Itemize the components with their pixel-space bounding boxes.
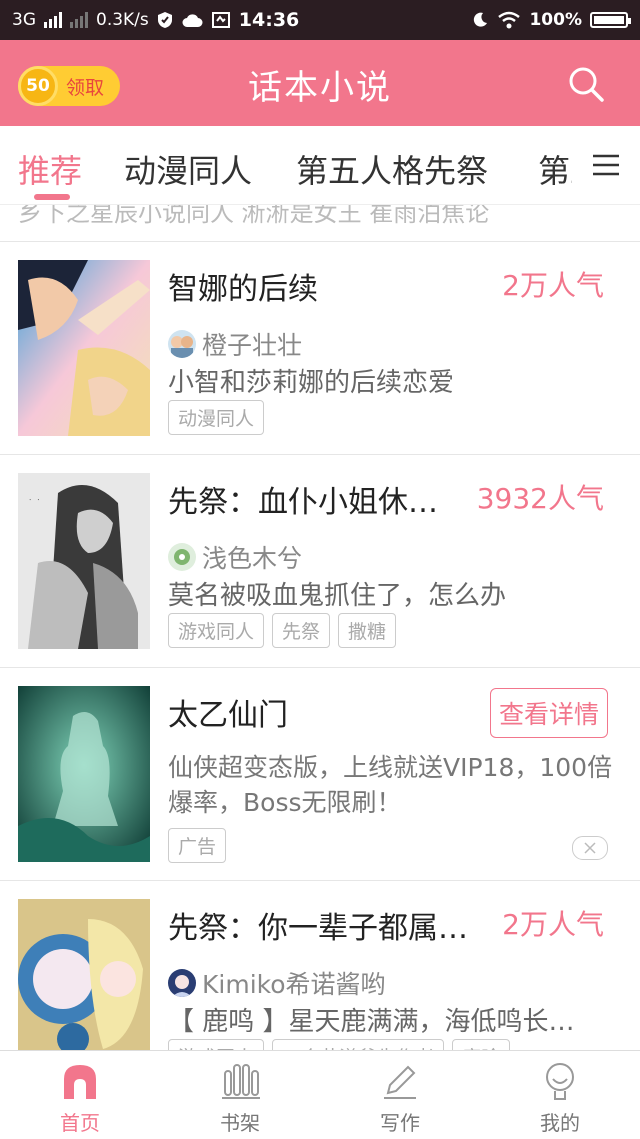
avatar <box>168 543 196 571</box>
tag-list: 动漫同人 <box>168 400 265 435</box>
tag[interactable]: 先祭 <box>272 613 331 648</box>
story-title: 智娜的后续 <box>168 272 318 307</box>
tab-identity-v[interactable]: 第五人格先祭 <box>296 146 488 192</box>
tag[interactable]: 一个花漾爷先作者 <box>272 1039 445 1050</box>
previous-item-strip[interactable]: 乡下之星辰小说同人 淅淅是女王 崔雨泊焦论 <box>0 205 640 242</box>
tag[interactable]: 游戏同人 <box>168 613 265 648</box>
previous-item-text: 乡下之星辰小说同人 淅淅是女王 崔雨泊焦论 <box>18 205 490 227</box>
author-row[interactable]: Kimiko希诺酱哟 <box>168 965 386 1001</box>
nav-bookshelf-label: 书架 <box>220 1111 260 1135</box>
ad-label: 广告 <box>168 828 227 863</box>
app-title: 话本小说 <box>248 68 392 108</box>
tag-list: 游戏同人 先祭 撒糖 <box>168 613 397 648</box>
tag[interactable]: 撒糖 <box>338 613 397 648</box>
nav-home-label: 首页 <box>60 1111 100 1135</box>
story-description: 【 鹿鸣 】星天鹿满满，海低鸣长… <box>168 1007 575 1037</box>
story-card[interactable]: 先祭：你一辈子都属… 2万人气 Kimiko希诺酱哟 【 鹿鸣 】星天鹿满满，海… <box>0 881 640 1050</box>
nav-profile[interactable]: 我的 <box>480 1051 640 1139</box>
tab-recommend[interactable]: 推荐 <box>18 146 82 192</box>
popularity-count: 2万人气 <box>502 269 604 302</box>
cloud-icon <box>182 14 203 27</box>
author-row[interactable]: 橙子壮壮 <box>168 326 302 362</box>
story-card[interactable]: 智娜的后续 2万人气 橙子壮壮 小智和莎莉娜的后续恋爱 动漫同人 <box>0 242 640 455</box>
close-ad-button[interactable] <box>572 836 608 860</box>
author-name: 浅色木兮 <box>202 544 303 573</box>
shield-icon <box>157 12 172 28</box>
nav-bookshelf[interactable]: 书架 <box>160 1051 320 1139</box>
story-title: 先祭：血仆小姐休… <box>168 485 438 520</box>
signal-icon <box>44 12 62 28</box>
story-cover[interactable]: ㆍㆍ <box>18 473 150 649</box>
network-type: 3G <box>12 10 36 30</box>
story-description: 莫名被吸血鬼抓住了，怎么办 <box>168 581 507 611</box>
author-name: 橙子壮壮 <box>202 331 303 360</box>
nav-home[interactable]: 首页 <box>0 1051 160 1139</box>
search-icon[interactable] <box>568 66 604 102</box>
ad-title: 太乙仙门 <box>168 698 288 733</box>
signal-2-icon <box>70 12 88 28</box>
nav-profile-label: 我的 <box>540 1111 580 1135</box>
tag[interactable]: 鹿晗 <box>452 1039 511 1050</box>
tag[interactable]: 游戏同人 <box>168 1039 265 1050</box>
story-feed[interactable]: 乡下之星辰小说同人 淅淅是女王 崔雨泊焦论 智娜的后续 2万人气 橙子壮壮 小智… <box>0 205 640 1050</box>
author-row[interactable]: 浅色木兮 <box>168 539 302 575</box>
nav-write-label: 写作 <box>380 1111 420 1135</box>
story-description: 小智和莎莉娜的后续恋爱 <box>168 368 455 398</box>
svg-text:ㆍㆍ: ㆍㆍ <box>26 496 43 506</box>
menu-icon <box>593 154 619 176</box>
status-bar: 3G 0.3K/s 14:36 100% <box>0 0 640 40</box>
tabs-menu-button[interactable] <box>572 126 640 204</box>
tag[interactable]: 动漫同人 <box>168 400 265 435</box>
avatar <box>168 330 196 358</box>
view-details-button[interactable]: 查看详情 <box>489 688 608 738</box>
wifi-icon <box>498 11 521 29</box>
ad-description: 仙侠超变态版，上线就送VIP18，100倍爆率，Boss无限刷！ <box>168 753 613 817</box>
avatar <box>168 969 196 997</box>
clock: 14:36 <box>238 9 300 31</box>
story-title: 先祭：你一辈子都属… <box>168 911 468 946</box>
pen-icon <box>384 1065 416 1099</box>
app-header: 50 领取 话本小说 <box>0 40 640 126</box>
author-name: Kimiko希诺酱哟 <box>202 970 386 999</box>
ad-card[interactable]: 太乙仙门 查看详情 仙侠超变态版，上线就送VIP18，100倍爆率，Boss无限… <box>0 668 640 881</box>
home-icon <box>64 1065 96 1099</box>
popularity-count: 2万人气 <box>502 908 604 941</box>
battery-text: 100% <box>529 10 582 30</box>
nav-write[interactable]: 写作 <box>320 1051 480 1139</box>
battery-icon <box>590 12 631 28</box>
popularity-count: 3932人气 <box>476 482 604 515</box>
story-cover[interactable] <box>18 899 150 1050</box>
story-cover[interactable] <box>18 260 150 436</box>
moon-icon <box>474 12 488 27</box>
ad-cover[interactable] <box>18 686 150 862</box>
tag-list: 游戏同人 一个花漾爷先作者 鹿晗 <box>168 1039 511 1050</box>
bottom-navigation: 首页 书架 写作 我的 <box>0 1050 640 1139</box>
tab-anime-fanfic[interactable]: 动漫同人 <box>124 146 252 192</box>
bookshelf-icon <box>222 1064 260 1099</box>
network-speed: 0.3K/s <box>96 10 149 30</box>
active-tab-indicator <box>34 194 70 200</box>
story-card[interactable]: ㆍㆍ 先祭：血仆小姐休… 3932人气 浅色木兮 莫名被吸血鬼抓住了，怎么办 游… <box>0 455 640 668</box>
profile-icon <box>546 1063 574 1100</box>
category-tabs: 推荐 动漫同人 第五人格先祭 第五 <box>0 126 640 205</box>
close-icon <box>584 842 596 854</box>
screenshot-icon <box>211 12 230 28</box>
